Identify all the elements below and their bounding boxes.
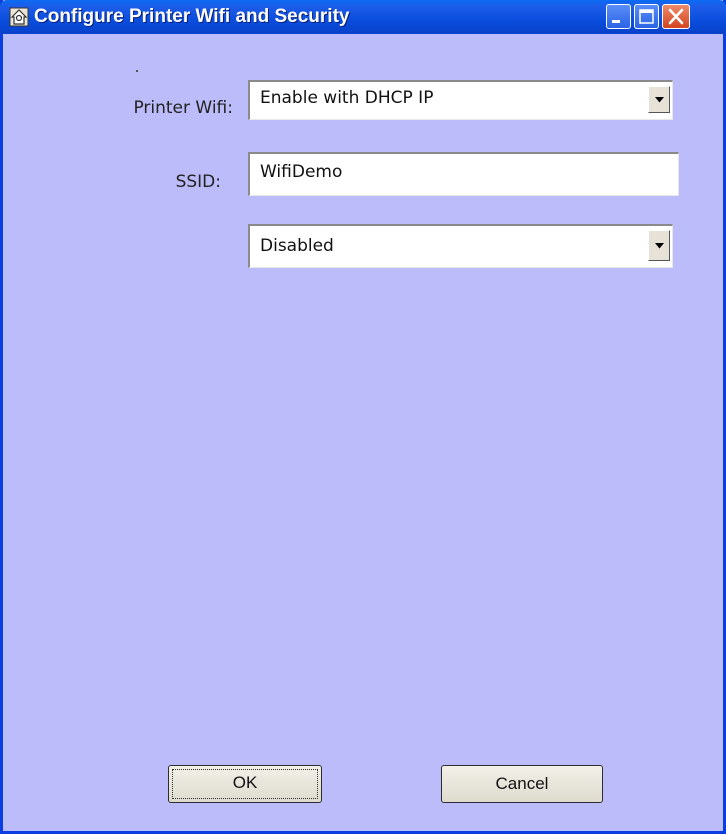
ssid-input[interactable]: WifiDemo bbox=[248, 152, 679, 196]
ssid-value: WifiDemo bbox=[260, 162, 343, 182]
maximize-button[interactable] bbox=[634, 4, 659, 29]
printer-wifi-dropdown-button[interactable] bbox=[648, 86, 670, 113]
window-title: Configure Printer Wifi and Security bbox=[34, 6, 350, 27]
maximize-icon bbox=[639, 9, 654, 24]
security-select[interactable]: Disabled bbox=[248, 224, 673, 268]
security-selected-value: Disabled bbox=[260, 236, 334, 256]
security-dropdown-button[interactable] bbox=[648, 230, 670, 261]
printer-wifi-select[interactable]: Enable with DHCP IP bbox=[248, 80, 673, 120]
minimize-icon bbox=[612, 20, 620, 23]
focus-rectangle bbox=[172, 769, 318, 799]
cancel-button-label: Cancel bbox=[495, 774, 549, 793]
minimize-button[interactable] bbox=[606, 4, 631, 29]
ssid-label: SSID: bbox=[175, 172, 221, 192]
title-bar[interactable]: Configure Printer Wifi and Security bbox=[0, 0, 726, 34]
configure-printer-wifi-dialog: Configure Printer Wifi and Security Prin… bbox=[0, 0, 726, 834]
chevron-down-icon bbox=[655, 96, 664, 102]
cancel-button[interactable]: Cancel bbox=[441, 765, 603, 803]
close-icon bbox=[668, 8, 684, 25]
printer-wifi-label: Printer Wifi: bbox=[133, 98, 233, 118]
ok-button[interactable]: OK bbox=[168, 765, 322, 803]
stray-dot bbox=[136, 70, 138, 72]
close-button[interactable] bbox=[662, 4, 690, 29]
printer-wifi-selected-value: Enable with DHCP IP bbox=[260, 88, 434, 108]
chevron-down-icon bbox=[655, 242, 664, 248]
printer-house-icon bbox=[9, 7, 29, 27]
